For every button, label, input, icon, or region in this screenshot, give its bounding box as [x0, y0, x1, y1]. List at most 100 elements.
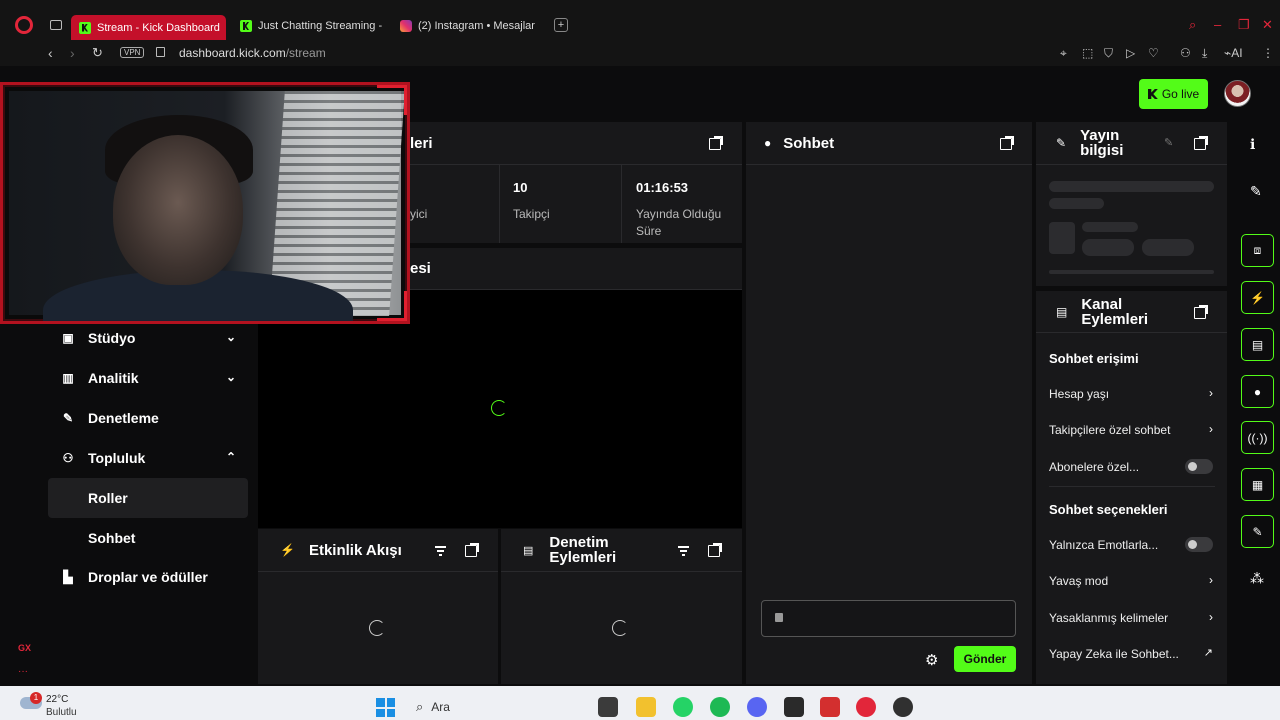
ai-chat-row[interactable]: Yapay Zeka ile Sohbet... ↗ — [1049, 647, 1215, 661]
stat-followers-label: Takipçi — [513, 207, 550, 221]
studio-icon: ▣ — [62, 331, 74, 345]
chat-access-heading: Sohbet erişimi — [1049, 351, 1139, 366]
followers-only-row[interactable]: Takipçilere özel sohbet › — [1049, 422, 1215, 437]
sidebar-item-studio[interactable]: ▣ Stüdyo ⌄ — [48, 318, 248, 358]
gx-label[interactable]: GX — [18, 643, 31, 653]
obs-icon[interactable] — [893, 697, 913, 717]
slow-mode-row[interactable]: Yavaş mod › — [1049, 573, 1215, 588]
player-icon[interactable]: ▷ — [1126, 46, 1135, 60]
opera-logo-icon[interactable] — [15, 16, 33, 34]
share-nodes-icon[interactable]: ⁂ — [1250, 570, 1264, 587]
spotify-icon[interactable] — [710, 697, 730, 717]
chat-settings-gear-icon[interactable]: ⚙ — [925, 651, 938, 669]
profile-icon[interactable]: ⚇ — [1180, 46, 1191, 60]
tab-just-chatting[interactable]: Just Chatting Streaming - K — [232, 15, 382, 37]
popout-icon[interactable] — [708, 543, 722, 557]
chevron-down-icon: ⌄ — [225, 330, 236, 344]
stat-uptime-value: 01:16:53 — [636, 180, 689, 195]
tab-instagram[interactable]: (2) Instagram • Mesajlar — [392, 15, 542, 37]
skeleton-chip — [1082, 239, 1134, 256]
chat-message-input[interactable] — [761, 600, 1016, 637]
popout-icon[interactable] — [1194, 305, 1208, 319]
reload-icon[interactable]: ↻ — [92, 45, 103, 61]
close-window-icon[interactable]: ✕ — [1262, 17, 1273, 33]
search-tabs-icon[interactable]: ⌕ — [1189, 17, 1196, 33]
send-button[interactable]: Gönder — [954, 646, 1016, 672]
sidebar-item-community[interactable]: ⚇ Topluluk ⌃ — [48, 438, 248, 478]
windows-start-icon[interactable] — [376, 698, 395, 717]
chat-options-heading: Sohbet seçenekleri — [1049, 502, 1168, 517]
new-tab-button[interactable]: + — [554, 18, 568, 32]
channel-actions-title: Kanal Eylemleri — [1081, 295, 1149, 328]
subscribers-only-toggle[interactable] — [1185, 459, 1213, 474]
subscribers-only-row: Abonelere özel... — [1049, 459, 1215, 474]
weather-temperature[interactable]: 22°C — [46, 694, 68, 705]
menu-icon[interactable]: ⋮ — [1262, 46, 1274, 60]
banned-words-row[interactable]: Yasaklanmış kelimeler › — [1049, 610, 1215, 625]
go-live-button[interactable]: Go live — [1139, 79, 1208, 109]
whatsapp-icon[interactable] — [673, 697, 693, 717]
sidebar-item-drops[interactable]: ▙ Droplar ve ödüller — [48, 557, 248, 597]
avatar[interactable] — [1224, 80, 1251, 107]
moderation-actions-header: ▤ Denetim Eylemleri — [501, 529, 742, 572]
popout-icon[interactable] — [1000, 136, 1014, 150]
document-icon[interactable]: ▤ — [1241, 328, 1274, 361]
chat-bubble-icon[interactable]: ● — [1241, 375, 1274, 408]
skeleton-thumb — [1049, 222, 1075, 254]
popout-icon[interactable] — [709, 136, 723, 150]
tab-islands-icon[interactable] — [50, 20, 62, 30]
sidebar-item-chat[interactable]: Sohbet — [48, 518, 248, 558]
kick-favicon-icon — [240, 20, 252, 32]
epic-games-icon[interactable] — [784, 697, 804, 717]
sidebar-item-roles[interactable]: Roller — [48, 478, 248, 518]
drops-icon: ▙ — [63, 570, 73, 584]
info-icon[interactable]: ℹ — [1250, 136, 1255, 153]
popout-icon[interactable] — [465, 543, 479, 557]
divider — [1049, 486, 1215, 487]
emote-only-toggle[interactable] — [1185, 537, 1213, 552]
heart-icon[interactable]: ♡ — [1148, 46, 1159, 60]
task-view-icon[interactable] — [598, 697, 618, 717]
aria-ai-button[interactable]: ⌁AI — [1224, 46, 1243, 60]
download-icon[interactable]: ⤓ — [1202, 46, 1207, 61]
url-domain: dashboard.kick.com — [179, 46, 286, 60]
sidebar-item-moderation[interactable]: ✎ Denetleme — [48, 398, 248, 438]
sidebar-item-label: Sohbet — [88, 530, 136, 546]
edit-pencil-icon[interactable]: ✎ — [1250, 183, 1262, 200]
sidebar-item-label: Denetleme — [88, 410, 159, 426]
screenshot-icon[interactable]: ⬚ — [1082, 46, 1093, 60]
stats-panel-title: leri — [410, 134, 433, 152]
weather-condition[interactable]: Bulutlu — [46, 707, 77, 718]
opera-gx-icon[interactable] — [856, 697, 876, 717]
taskbar-search[interactable]: ⌕ Ara — [408, 695, 568, 719]
back-icon[interactable]: ‹ — [48, 45, 53, 61]
url-field[interactable]: dashboard.kick.com/stream — [179, 46, 326, 60]
lock-icon[interactable] — [156, 47, 165, 57]
account-age-row[interactable]: Hesap yaşı › — [1049, 386, 1215, 401]
camera-snap-icon[interactable]: ⌖ — [1060, 46, 1067, 61]
minimize-icon[interactable]: – — [1214, 17, 1221, 32]
channel-actions-icon[interactable]: ▦ — [1241, 468, 1274, 501]
popout-icon[interactable] — [1194, 136, 1208, 150]
sidebar-item-analytics[interactable]: ▥ Analitik ⌄ — [48, 358, 248, 398]
edit-pencil-icon[interactable]: ✎ — [1164, 136, 1173, 149]
app-red-icon[interactable] — [820, 697, 840, 717]
forward-icon[interactable]: › — [70, 45, 75, 61]
more-icon[interactable]: ··· — [18, 666, 28, 677]
filter-icon[interactable] — [678, 546, 689, 556]
tab-kick-dashboard[interactable]: Stream - Kick Dashboard — [71, 15, 226, 40]
filter-icon[interactable] — [435, 546, 446, 556]
loading-spinner-icon — [612, 620, 628, 636]
shield-icon[interactable]: ⛉ — [1104, 46, 1113, 61]
maximize-icon[interactable]: ❐ — [1238, 17, 1250, 33]
lightning-icon[interactable]: ⚡ — [1241, 281, 1274, 314]
row-label: Takipçilere özel sohbet — [1049, 423, 1171, 437]
vpn-badge[interactable]: VPN — [120, 47, 145, 58]
discord-icon[interactable] — [747, 697, 767, 717]
chat-panel-title: Sohbet — [783, 134, 835, 152]
capture-icon[interactable]: ⧈ — [1241, 234, 1274, 267]
stream-preview-player[interactable] — [258, 290, 742, 528]
wrench-icon[interactable]: ✎ — [1241, 515, 1274, 548]
broadcast-icon[interactable]: ((·)) — [1241, 421, 1274, 454]
file-explorer-icon[interactable] — [636, 697, 656, 717]
